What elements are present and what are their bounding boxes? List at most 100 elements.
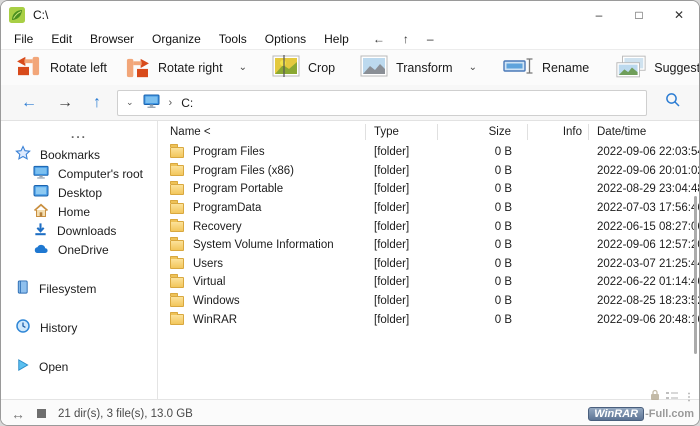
maximize-button[interactable]: □: [619, 1, 659, 29]
desktop-icon: [33, 184, 49, 201]
cell-date: 2022-07-03 17:56:46: [589, 202, 699, 214]
window-title: C:\: [33, 8, 48, 22]
table-row[interactable]: System Volume Information [folder] 0 B 2…: [158, 236, 699, 255]
sidebar: ... Bookmarks Computer's root Desktop Ho…: [1, 121, 158, 399]
menu-options[interactable]: Options: [256, 32, 315, 46]
star-icon: [15, 145, 31, 164]
breadcrumb-dropdown-chevron-icon[interactable]: ⌄: [126, 97, 134, 108]
rename-icon: [503, 57, 535, 78]
folder-icon: [170, 258, 184, 269]
sidebar-item-bookmarks[interactable]: Bookmarks: [1, 145, 157, 164]
column-header-size[interactable]: Size: [438, 124, 528, 140]
sidebar-item-home[interactable]: Home: [1, 202, 157, 221]
column-header-date[interactable]: Date/time: [589, 124, 699, 140]
suggest-duplicates-label: Suggest possible duplicates: [654, 61, 700, 75]
watermark: ⋮ WinRAR -Full.com: [588, 388, 694, 421]
menu-tools[interactable]: Tools: [210, 32, 256, 46]
vertical-scrollbar[interactable]: [694, 196, 697, 354]
sidebar-item-label: Filesystem: [39, 282, 96, 296]
collapse-icon[interactable]: –: [418, 32, 443, 46]
table-row[interactable]: ProgramData [folder] 0 B 2022-07-03 17:5…: [158, 199, 699, 218]
sidebar-item-desktop[interactable]: Desktop: [1, 183, 157, 202]
clock-icon: [15, 318, 31, 337]
transform-icon: [359, 55, 389, 80]
cell-name: Windows: [193, 295, 240, 307]
menu-bar: File Edit Browser Organize Tools Options…: [1, 29, 699, 49]
transform-button[interactable]: Transform: [353, 52, 459, 83]
table-row[interactable]: Windows [folder] 0 B 2022-08-25 18:23:52: [158, 292, 699, 311]
list-icon: [666, 388, 678, 406]
cell-size: 0 B: [438, 276, 528, 288]
sidebar-item-computers-root[interactable]: Computer's root: [1, 164, 157, 183]
book-icon: [15, 279, 30, 298]
content-area: ... Bookmarks Computer's root Desktop Ho…: [1, 121, 699, 399]
table-row[interactable]: Virtual [folder] 0 B 2022-06-22 01:14:46: [158, 273, 699, 292]
cell-type: [folder]: [366, 146, 438, 158]
rotate-left-button[interactable]: Rotate left: [9, 52, 113, 83]
play-icon: [15, 357, 30, 376]
duplicates-icon: [615, 55, 647, 81]
breadcrumb-path[interactable]: C:: [181, 96, 193, 110]
nav-back-icon[interactable]: ←: [11, 94, 47, 112]
search-button[interactable]: [657, 92, 689, 113]
table-row[interactable]: Users [folder] 0 B 2022-03-07 21:25:44: [158, 255, 699, 274]
sidebar-item-label: Home: [58, 205, 90, 219]
cell-date: 2022-03-07 21:25:44: [589, 258, 699, 270]
rotate-right-button[interactable]: Rotate right: [117, 54, 229, 82]
table-row[interactable]: WinRAR [folder] 0 B 2022-09-06 20:48:16: [158, 310, 699, 329]
back-arrow-icon[interactable]: ←: [364, 32, 394, 46]
menu-edit[interactable]: Edit: [42, 32, 81, 46]
table-row[interactable]: Program Portable [folder] 0 B 2022-08-29…: [158, 180, 699, 199]
transform-dropdown-chevron-icon[interactable]: ⌄: [463, 60, 483, 75]
table-row[interactable]: Program Files (x86) [folder] 0 B 2022-09…: [158, 162, 699, 181]
computer-icon: [143, 94, 160, 112]
cell-size: 0 B: [438, 165, 528, 177]
menu-organize[interactable]: Organize: [143, 32, 210, 46]
cell-name: System Volume Information: [193, 239, 334, 251]
cell-name: Program Portable: [193, 183, 283, 195]
close-button[interactable]: ✕: [659, 1, 699, 29]
cell-size: 0 B: [438, 295, 528, 307]
column-header-type[interactable]: Type: [366, 124, 438, 140]
sidebar-item-downloads[interactable]: Downloads: [1, 221, 157, 240]
rotate-right-dropdown-chevron-icon[interactable]: ⌄: [233, 60, 253, 75]
sidebar-item-open[interactable]: Open: [1, 357, 157, 376]
nav-forward-icon[interactable]: →: [47, 94, 83, 112]
cell-size: 0 B: [438, 239, 528, 251]
app-window: C:\ – □ ✕ File Edit Browser Organize Too…: [0, 0, 700, 426]
sidebar-item-label: OneDrive: [58, 243, 109, 257]
sidebar-item-history[interactable]: History: [1, 318, 157, 337]
sidebar-overflow-button[interactable]: ...: [1, 127, 157, 145]
menu-file[interactable]: File: [5, 32, 42, 46]
menu-help[interactable]: Help: [315, 32, 358, 46]
column-header-info[interactable]: Info: [528, 124, 589, 140]
menu-browser[interactable]: Browser: [81, 32, 143, 46]
minimize-button[interactable]: –: [579, 1, 619, 29]
resize-handle-icon[interactable]: ↔: [11, 406, 25, 422]
cell-date: 2022-06-22 01:14:46: [589, 276, 699, 288]
home-icon: [33, 203, 49, 221]
cell-type: [folder]: [366, 258, 438, 270]
breadcrumb[interactable]: ⌄ › C:: [117, 90, 647, 116]
file-list-panel: Name < Type Size Info Date/time Program …: [158, 121, 699, 399]
sidebar-item-filesystem[interactable]: Filesystem: [1, 279, 157, 298]
crop-button[interactable]: Crop: [265, 52, 341, 83]
up-arrow-icon[interactable]: ↑: [394, 32, 418, 46]
table-row[interactable]: Program Files [folder] 0 B 2022-09-06 22…: [158, 143, 699, 162]
suggest-duplicates-button[interactable]: Suggest possible duplicates: [609, 52, 700, 84]
rotate-left-icon: [15, 55, 43, 80]
cell-type: [folder]: [366, 239, 438, 251]
cell-size: 0 B: [438, 314, 528, 326]
cell-date: 2022-09-06 22:03:54: [589, 146, 699, 158]
folder-icon: [170, 203, 184, 214]
watermark-suffix: -Full.com: [645, 408, 694, 420]
rename-label: Rename: [542, 61, 589, 75]
sidebar-item-label: Desktop: [58, 186, 102, 200]
nav-up-icon[interactable]: ↑: [83, 94, 111, 112]
address-bar: ← → ↑ ⌄ › C:: [1, 85, 699, 121]
column-header-name[interactable]: Name <: [158, 124, 366, 140]
table-row[interactable]: Recovery [folder] 0 B 2022-06-15 08:27:0…: [158, 217, 699, 236]
app-logo-icon: [9, 7, 25, 23]
rename-button[interactable]: Rename: [497, 54, 595, 81]
sidebar-item-onedrive[interactable]: OneDrive: [1, 240, 157, 259]
